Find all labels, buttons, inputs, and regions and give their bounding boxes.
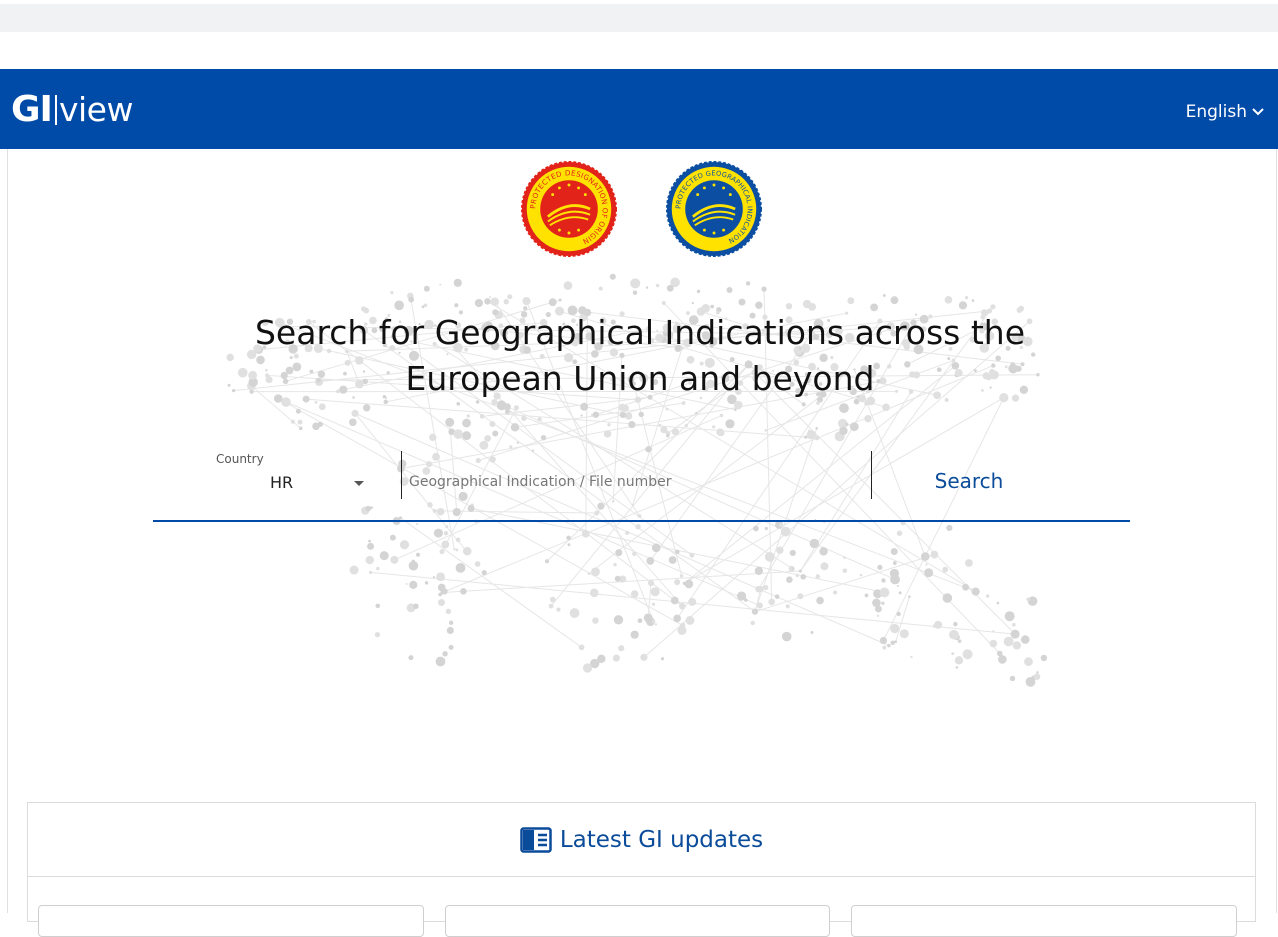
chevron-down-icon [1252, 108, 1264, 116]
pdo-seal-icon: PROTECTED DESIGNATION OF ORIGIN [521, 161, 617, 257]
latest-updates-panel: Latest GI updates [27, 802, 1256, 922]
search-divider [871, 451, 872, 499]
update-card[interactable] [851, 905, 1237, 937]
logo-view-text: view [59, 90, 133, 130]
newspaper-icon [520, 827, 552, 853]
pgi-seal-icon: PROTECTED GEOGRAPHICAL INDICATION [666, 161, 762, 257]
logo-gi-text: GI [11, 90, 52, 130]
country-selected-value: HR [270, 473, 293, 492]
update-card[interactable] [38, 905, 424, 937]
language-label: English [1186, 102, 1247, 122]
hero-title-line-1: Search for Geographical Indications acro… [255, 313, 1025, 352]
latest-updates-title: Latest GI updates [560, 827, 763, 853]
giview-logo[interactable]: GI view [11, 86, 133, 130]
update-card[interactable] [445, 905, 830, 937]
latest-updates-header: Latest GI updates [28, 803, 1255, 877]
search-bar: Country HR Search [153, 445, 1130, 522]
logo-separator [55, 95, 57, 125]
gi-search-input[interactable] [407, 463, 871, 501]
search-divider [401, 451, 402, 499]
country-label: Country [216, 452, 264, 466]
search-button[interactable]: Search [873, 459, 1065, 503]
top-navbar: GI view English [0, 69, 1278, 149]
browser-top-strip [0, 4, 1278, 32]
caret-down-icon [354, 481, 364, 486]
country-select[interactable]: HR [213, 465, 373, 501]
language-selector[interactable]: English [1186, 102, 1264, 122]
hero-title-line-2: European Union and beyond [406, 359, 875, 398]
hero-title: Search for Geographical Indications acro… [240, 310, 1040, 402]
